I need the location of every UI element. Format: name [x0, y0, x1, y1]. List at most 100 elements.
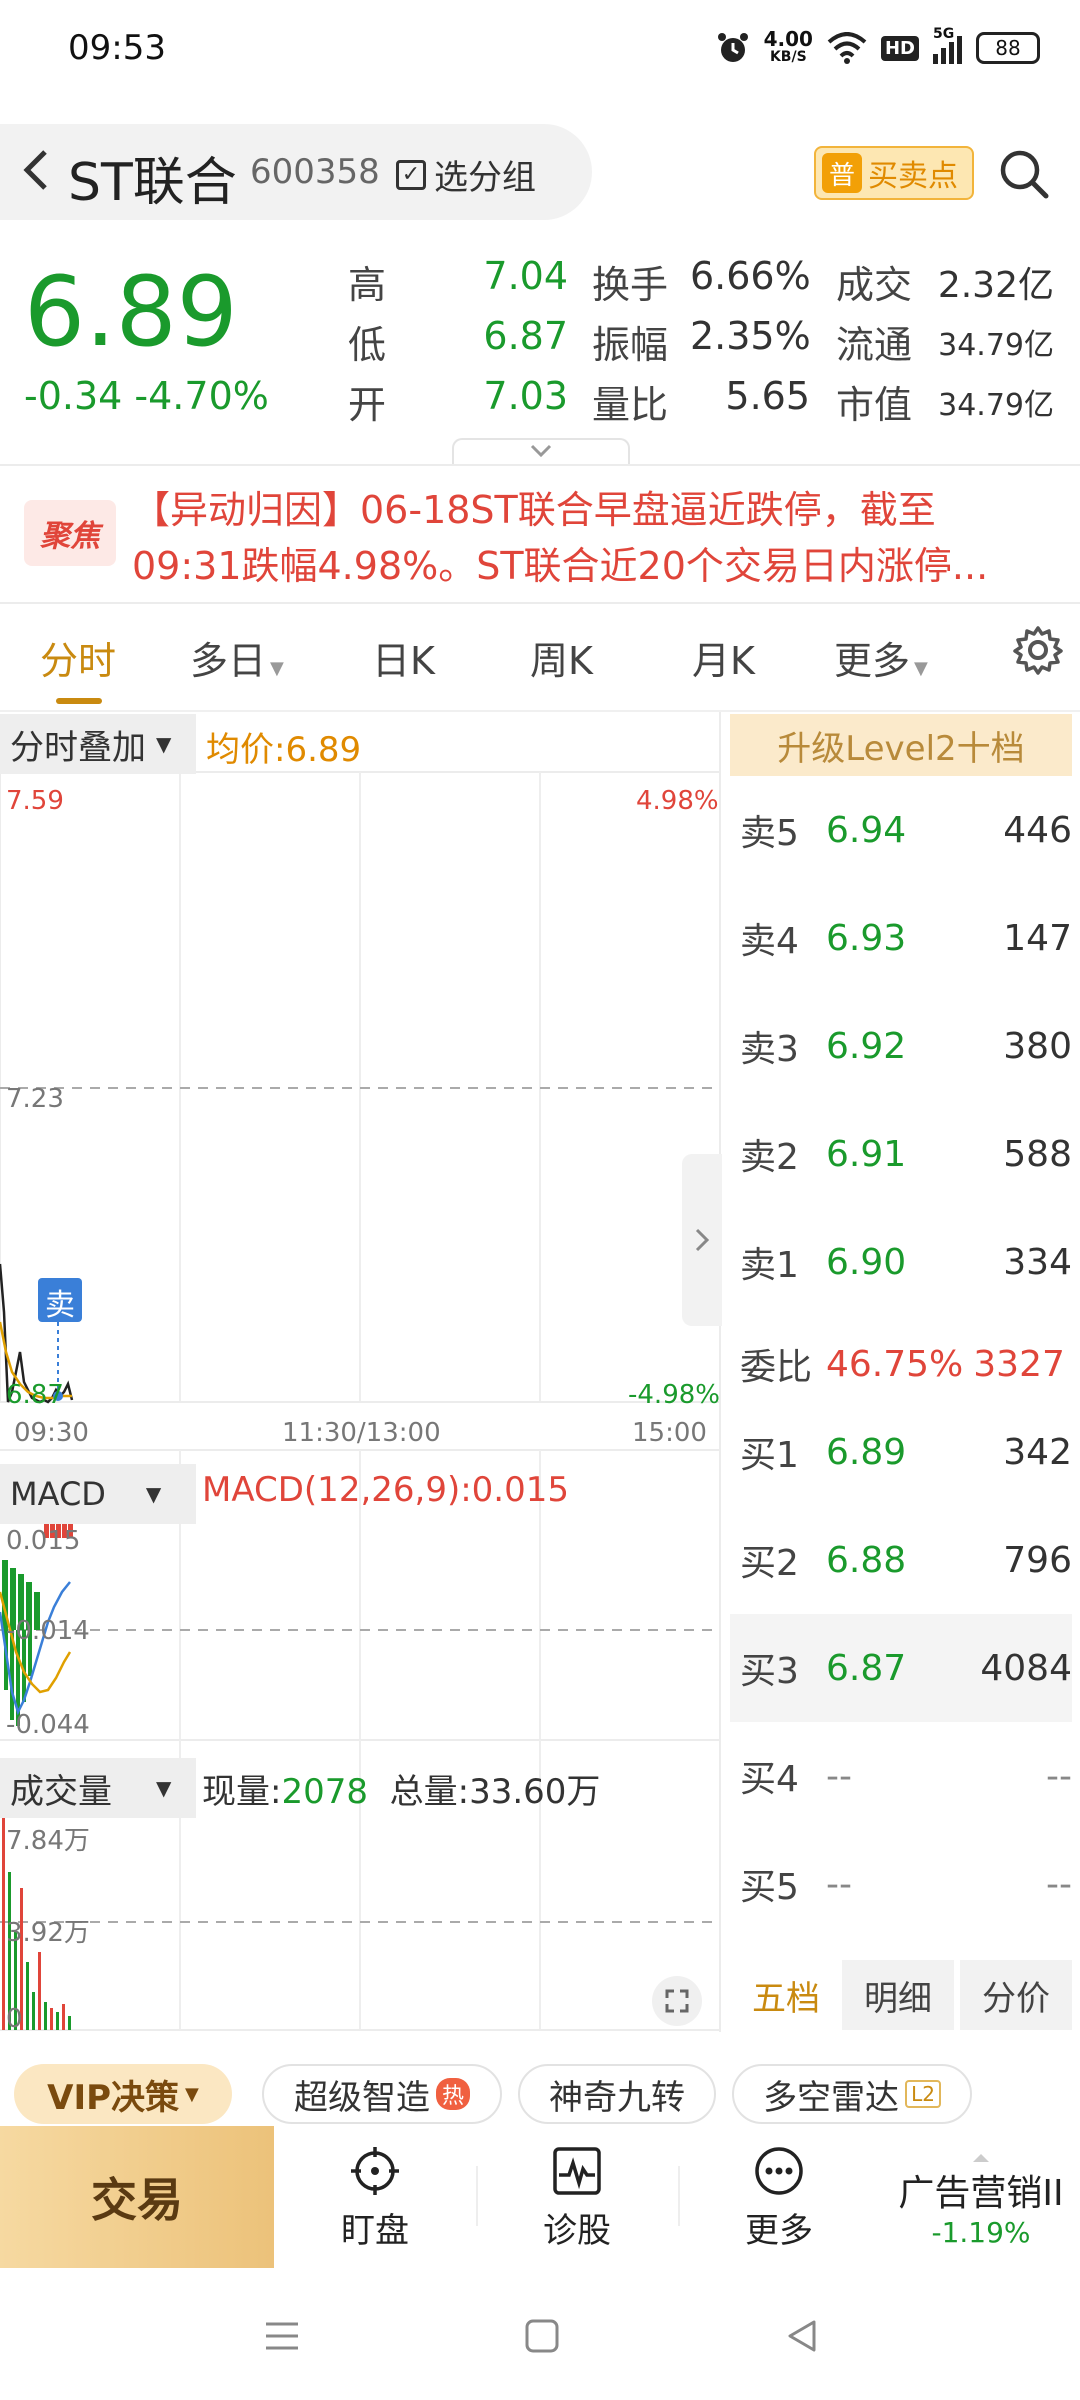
level-label: 卖2: [740, 1137, 799, 1178]
pulse-chart-icon: [553, 2146, 601, 2195]
divider: [0, 602, 1080, 604]
ask-row[interactable]: 卖5 6.94 446: [730, 776, 1072, 884]
level-price: --: [826, 1863, 852, 1905]
level-price: 6.93: [826, 917, 907, 959]
ratio-diff: 3327: [973, 1343, 1065, 1385]
now-volume-label: 现量:: [202, 1772, 282, 1812]
pct-axis-bottom: -4.98%: [628, 1380, 720, 1410]
buy-sell-points-button[interactable]: 普 买卖点: [814, 146, 974, 200]
volume-selector[interactable]: 成交量 ▼: [0, 1758, 196, 1818]
ask-row[interactable]: 卖2 6.91 588: [730, 1100, 1072, 1208]
stat-value: 5.65: [725, 374, 810, 418]
expand-quote-button[interactable]: [452, 438, 630, 466]
trade-button[interactable]: 交易: [0, 2126, 274, 2268]
nav-diagnose[interactable]: 诊股: [492, 2136, 662, 2260]
bid-row[interactable]: 买5 -- --: [730, 1830, 1072, 1938]
buysell-badge: 普: [822, 153, 862, 193]
tab-multi-day-label: 多日: [190, 639, 267, 683]
stat-label: 高: [348, 263, 387, 307]
stat-value: 2.35%: [690, 314, 811, 358]
feature-label: 超级智造: [293, 2077, 430, 2118]
feature-label: 多空雷达: [763, 2077, 900, 2118]
hd-icon: HD: [880, 35, 919, 61]
news-ticker[interactable]: 【异动归因】06-18ST联合早盘逼近跌停，截至 09:31跌幅4.98%。ST…: [132, 482, 1052, 594]
level-label: 买4: [740, 1759, 799, 1800]
chevron-right-icon: [695, 1228, 710, 1252]
overlay-selector[interactable]: 分时叠加 ▼: [0, 714, 196, 774]
macd-selector[interactable]: MACD ▼: [0, 1464, 196, 1524]
home-icon[interactable]: [522, 2316, 562, 2356]
level-label: 买1: [740, 1435, 799, 1476]
tab-detail[interactable]: 明细: [842, 1960, 954, 2030]
back-button[interactable]: [10, 140, 60, 200]
gear-icon[interactable]: [1012, 624, 1064, 676]
collapse-orderbook-handle[interactable]: [682, 1154, 722, 1326]
level-label: 卖4: [740, 921, 799, 962]
feature-label: 神奇九转: [549, 2077, 685, 2118]
vip-decision-button[interactable]: VIP决策 ▼: [14, 2064, 232, 2124]
bid-row[interactable]: 买2 6.88 796: [730, 1506, 1072, 1614]
stat-value: 7.04: [483, 254, 568, 298]
tab-weekly-k[interactable]: 周K: [530, 630, 593, 685]
bid-row[interactable]: 买3 6.87 4084: [730, 1614, 1072, 1722]
tab-daily-k[interactable]: 日K: [372, 630, 435, 685]
caret-down-icon: ▼: [270, 658, 284, 679]
buysell-label: 买卖点: [868, 159, 958, 194]
search-icon[interactable]: [996, 146, 1052, 202]
net-speed-value: 4.00: [763, 27, 813, 51]
stat-value: 7.03: [483, 374, 568, 418]
y-axis-mid: 7.23: [6, 1084, 64, 1114]
news-line-2: 09:31跌幅4.98%。ST联合近20个交易日内涨停...: [132, 544, 989, 588]
macd-y-mid: -0.014: [6, 1616, 90, 1646]
nav-more[interactable]: 更多: [694, 2136, 864, 2260]
level-volume: 342: [1003, 1431, 1072, 1473]
total-volume-label: 总量:: [389, 1772, 470, 1812]
ask-row[interactable]: 卖4 6.93 147: [730, 884, 1072, 992]
level-volume: 588: [1003, 1133, 1072, 1175]
focus-badge: 聚焦: [24, 500, 116, 566]
tab-multi-day[interactable]: 多日 ▼: [190, 630, 284, 685]
ask-row[interactable]: 卖1 6.90 334: [730, 1208, 1072, 1316]
level-volume: 4084: [980, 1647, 1072, 1689]
caret-down-icon: ▼: [914, 658, 928, 679]
sector-ad-marketing[interactable]: 广告营销II -1.19%: [882, 2140, 1080, 2260]
wifi-icon: [827, 32, 867, 64]
tab-monthly-k[interactable]: 月K: [692, 630, 755, 685]
intraday-chart[interactable]: [0, 712, 722, 2032]
level-label: 卖5: [740, 813, 799, 854]
level-volume: 334: [1003, 1241, 1072, 1283]
tab-more-label: 更多: [834, 639, 911, 683]
y-axis-top: 7.59: [6, 786, 64, 816]
select-group-label: 选分组: [434, 158, 536, 198]
select-group-button[interactable]: ✓ 选分组: [396, 150, 536, 199]
net-type: 5G: [933, 26, 955, 42]
checkbox-icon: ✓: [396, 159, 426, 190]
stat-label: 流通: [836, 323, 913, 367]
level-volume: 796: [1003, 1539, 1072, 1581]
ask-row[interactable]: 卖3 6.92 380: [730, 992, 1072, 1100]
tab-more[interactable]: 更多 ▼: [834, 630, 928, 685]
tab-five-levels[interactable]: 五档: [730, 1960, 842, 2030]
overlay-label: 分时叠加: [10, 727, 146, 768]
bid-row[interactable]: 买1 6.89 342: [730, 1398, 1072, 1506]
bull-bear-radar-button[interactable]: 多空雷达 L2: [732, 2064, 972, 2124]
more-dots-icon: [755, 2146, 803, 2195]
fullscreen-button[interactable]: [652, 1976, 702, 2026]
stat-label: 量比: [592, 383, 669, 427]
ratio-value: 46.75%: [826, 1343, 964, 1385]
level-label: 卖1: [740, 1245, 799, 1286]
super-manufacturing-button[interactable]: 超级智造热: [262, 2064, 502, 2124]
stat-value: 34.79亿: [938, 328, 1054, 363]
bid-row[interactable]: 买4 -- --: [730, 1722, 1072, 1830]
back-nav-icon[interactable]: [782, 2316, 822, 2356]
tab-intraday[interactable]: 分时: [40, 630, 116, 685]
menu-icon[interactable]: [262, 2316, 302, 2356]
nav-watch[interactable]: 盯盘: [290, 2136, 460, 2260]
change-value: -0.34: [24, 374, 123, 418]
level-volume: 147: [1003, 917, 1072, 959]
divider: [476, 2166, 478, 2226]
magic-nine-button[interactable]: 神奇九转: [518, 2064, 716, 2124]
current-price: 6.89: [24, 256, 238, 368]
upgrade-level2-button[interactable]: 升级Level2十档: [730, 714, 1072, 776]
tab-price-distribution[interactable]: 分价: [960, 1960, 1072, 2030]
